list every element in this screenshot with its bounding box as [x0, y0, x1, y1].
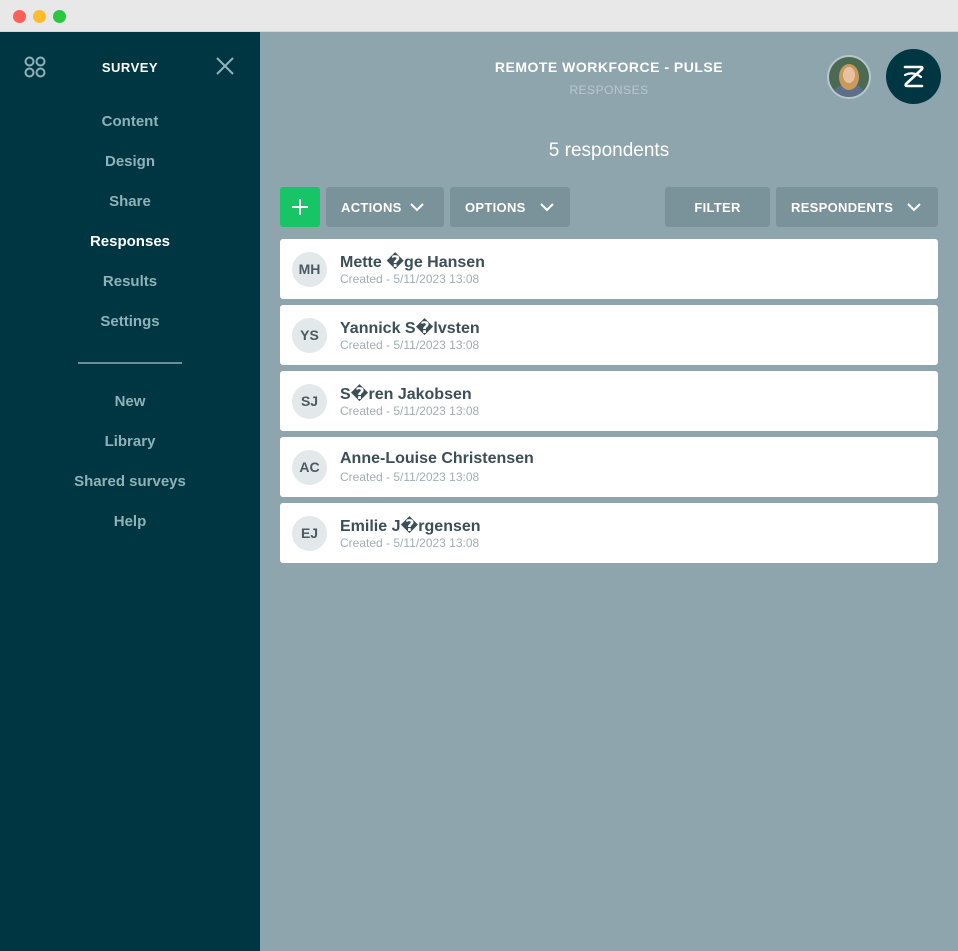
- filter-label: FILTER: [694, 199, 741, 215]
- avatar-initials: SJ: [292, 384, 327, 419]
- actions-dropdown-button[interactable]: ACTIONS: [326, 187, 444, 227]
- respondent-name: S�ren Jakobsen: [340, 386, 472, 403]
- window-minimize-dot[interactable]: [33, 10, 46, 23]
- avatar-initials: AC: [292, 450, 327, 485]
- list-item[interactable]: SJ S�ren Jakobsen Created - 5/11/2023 13…: [280, 371, 938, 431]
- chevron-down-icon: [539, 202, 554, 211]
- respondent-name: Mette �ge Hansen: [340, 254, 485, 271]
- options-dropdown-button[interactable]: OPTIONS: [450, 187, 570, 227]
- created-date: Created - 5/11/2023 13:08: [340, 536, 480, 550]
- respondent-name: Yannick S�lvsten: [340, 320, 480, 337]
- chevron-down-icon: [907, 202, 921, 211]
- sidebar: SURVEY Content Design Share Responses Re…: [0, 32, 260, 951]
- options-label: OPTIONS: [465, 199, 526, 215]
- window-zoom-dot[interactable]: [53, 10, 66, 23]
- created-date: Created - 5/11/2023 13:08: [340, 404, 480, 418]
- avatar-initials: EJ: [292, 516, 327, 551]
- created-date: Created - 5/11/2023 13:08: [340, 338, 480, 352]
- respondent-list: MH Mette �ge Hansen Created - 5/11/2023 …: [280, 239, 938, 569]
- list-item[interactable]: EJ Emilie J�rgensen Created - 5/11/2023 …: [280, 503, 938, 563]
- sidebar-item-results[interactable]: Results: [0, 262, 260, 302]
- respondent-count: 5 respondents: [548, 140, 670, 161]
- respondent-name: Anne-Louise Christensen: [340, 450, 534, 467]
- sidebar-item-shared-surveys[interactable]: Shared surveys: [0, 462, 260, 502]
- avatar[interactable]: [827, 55, 871, 99]
- avatar-initials: YS: [292, 318, 327, 353]
- sidebar-item-help[interactable]: Help: [0, 502, 260, 542]
- actions-label: ACTIONS: [341, 199, 402, 215]
- created-date: Created - 5/11/2023 13:08: [340, 470, 480, 484]
- sidebar-item-library[interactable]: Library: [0, 422, 260, 462]
- avatar-initials: MH: [292, 252, 327, 287]
- respondent-name: Emilie J�rgensen: [340, 518, 481, 535]
- close-icon[interactable]: [215, 56, 235, 76]
- add-respondent-button[interactable]: [280, 187, 320, 227]
- list-item[interactable]: AC Anne-Louise Christensen Created - 5/1…: [280, 437, 938, 497]
- brand-logo-icon[interactable]: [886, 49, 941, 104]
- filter-button[interactable]: FILTER: [665, 187, 770, 227]
- respondents-label: RESPONDENTS: [791, 199, 894, 215]
- chevron-down-icon: [409, 202, 424, 211]
- sidebar-item-share[interactable]: Share: [0, 182, 260, 222]
- list-item[interactable]: YS Yannick S�lvsten Created - 5/11/2023 …: [280, 305, 938, 365]
- sidebar-item-settings[interactable]: Settings: [0, 302, 260, 342]
- window-titlebar: [0, 0, 958, 32]
- sidebar-item-content[interactable]: Content: [0, 102, 260, 142]
- sidebar-nav: Content Design Share Responses Results S…: [0, 102, 260, 542]
- sidebar-item-design[interactable]: Design: [0, 142, 260, 182]
- toolbar: ACTIONS OPTIONS FILTER RESPONDENTS: [280, 187, 938, 227]
- list-item[interactable]: MH Mette �ge Hansen Created - 5/11/2023 …: [280, 239, 938, 299]
- main-panel: REMOTE WORKFORCE - PULSE RESPONSES 5 res…: [260, 32, 958, 951]
- sidebar-divider: [78, 362, 182, 364]
- sidebar-item-new[interactable]: New: [0, 382, 260, 422]
- created-date: Created - 5/11/2023 13:08: [340, 272, 480, 286]
- plus-icon: [292, 199, 308, 215]
- respondents-dropdown-button[interactable]: RESPONDENTS: [776, 187, 938, 227]
- sidebar-item-responses[interactable]: Responses: [0, 222, 260, 262]
- window-close-dot[interactable]: [13, 10, 26, 23]
